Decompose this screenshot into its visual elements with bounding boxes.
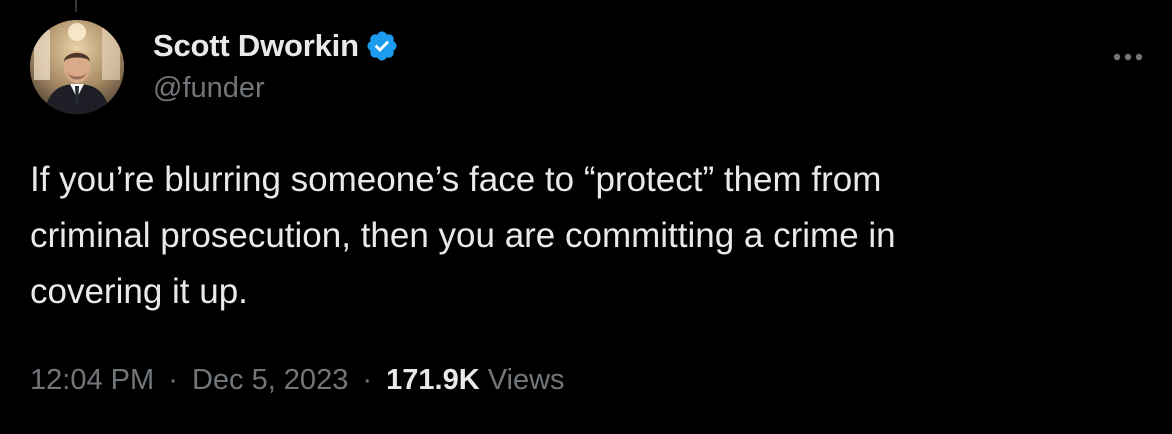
verified-badge-icon[interactable] xyxy=(365,29,399,63)
tweet-text-line: If you’re blurring someone’s face to “pr… xyxy=(30,160,882,199)
author-name-row[interactable]: Scott Dworkin xyxy=(153,26,399,66)
tweet-time[interactable]: 12:04 PM xyxy=(30,364,154,396)
tweet-text-line: criminal prosecution, then you are commi… xyxy=(30,216,896,255)
avatar-image xyxy=(30,20,124,114)
views-label[interactable]: Views xyxy=(488,364,565,396)
tweet-text-line: covering it up. xyxy=(30,272,248,311)
author-display-name[interactable]: Scott Dworkin xyxy=(153,28,359,64)
more-options-icon xyxy=(1113,53,1143,61)
author-handle[interactable]: @funder xyxy=(153,72,265,105)
tweet-date[interactable]: Dec 5, 2023 xyxy=(192,364,348,396)
tweet-metadata: 12:04 PM · Dec 5, 2023 · 171.9K Views xyxy=(30,364,565,397)
more-options-button[interactable] xyxy=(1110,42,1146,72)
views-count[interactable]: 171.9K xyxy=(386,364,480,396)
separator-dot: · xyxy=(168,364,178,396)
avatar[interactable] xyxy=(30,20,124,114)
tweet-text: If you’re blurring someone’s face to “pr… xyxy=(30,152,1140,320)
thread-connector-line xyxy=(75,0,77,12)
separator-dot: · xyxy=(362,364,373,396)
